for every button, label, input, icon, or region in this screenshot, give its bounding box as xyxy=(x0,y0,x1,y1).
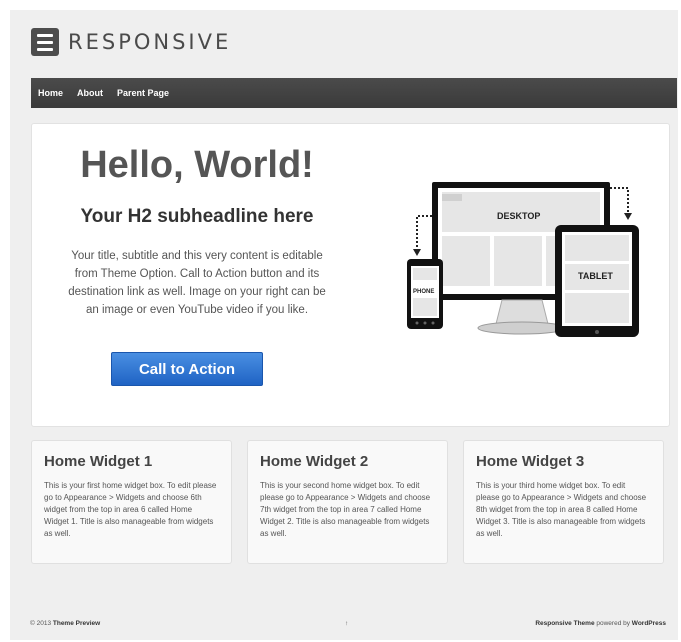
widget-title: Home Widget 1 xyxy=(44,453,153,470)
page: RESPONSIVE Home About Parent Page Hello,… xyxy=(10,10,678,640)
devices-illustration: DESKTOP TABLET PHONE xyxy=(407,182,639,337)
home-widget-3: Home Widget 3 This is your third home wi… xyxy=(463,440,664,564)
home-widget-1: Home Widget 1 This is your first home wi… xyxy=(31,440,232,564)
main-nav: Home About Parent Page xyxy=(31,78,677,108)
widget-text: This is your first home widget box. To e… xyxy=(44,481,217,538)
widget-text: This is your second home widget box. To … xyxy=(260,481,431,538)
hero-subtitle: Your H2 subheadline here xyxy=(80,206,314,227)
widget-title: Home Widget 2 xyxy=(260,453,369,470)
footer-theme-link[interactable]: Responsive Theme xyxy=(535,620,594,627)
footer-credit: Responsive Theme powered by WordPress xyxy=(535,620,666,627)
footer-site-link[interactable]: Theme Preview xyxy=(53,620,100,627)
copyright-prefix: © 2013 xyxy=(30,620,52,627)
powered-by-text: powered by xyxy=(596,620,630,627)
dotted-arrow-right-icon xyxy=(610,187,629,214)
nav-item-about[interactable]: About xyxy=(70,78,110,108)
site-logo[interactable]: RESPONSIVE xyxy=(31,28,231,56)
widget-title: Home Widget 3 xyxy=(476,453,585,470)
hero-text: Your title, subtitle and this very conte… xyxy=(68,250,326,316)
tablet-label: TABLET xyxy=(578,271,613,281)
phone-label: PHONE xyxy=(413,289,434,295)
nav-item-home[interactable]: Home xyxy=(31,78,70,108)
call-to-action-button[interactable]: Call to Action xyxy=(111,352,263,386)
logo-text: RESPONSIVE xyxy=(68,30,232,54)
tablet-icon xyxy=(555,225,639,337)
scroll-top-link[interactable]: ↑ xyxy=(345,620,348,627)
dotted-arrow-left-icon xyxy=(416,215,432,250)
widget-text: This is your third home widget box. To e… xyxy=(476,481,647,538)
desktop-label: DESKTOP xyxy=(497,211,540,221)
home-widget-2: Home Widget 2 This is your second home w… xyxy=(247,440,448,564)
hero-title: Hello, World! xyxy=(80,144,314,186)
menu-lines-icon xyxy=(31,28,59,56)
footer-wordpress-link[interactable]: WordPress xyxy=(632,620,666,627)
featured-area: Hello, World! Your H2 subheadline here Y… xyxy=(31,123,670,427)
footer-copyright: © 2013 Theme Preview xyxy=(30,620,100,627)
nav-item-parent-page[interactable]: Parent Page xyxy=(110,78,176,108)
